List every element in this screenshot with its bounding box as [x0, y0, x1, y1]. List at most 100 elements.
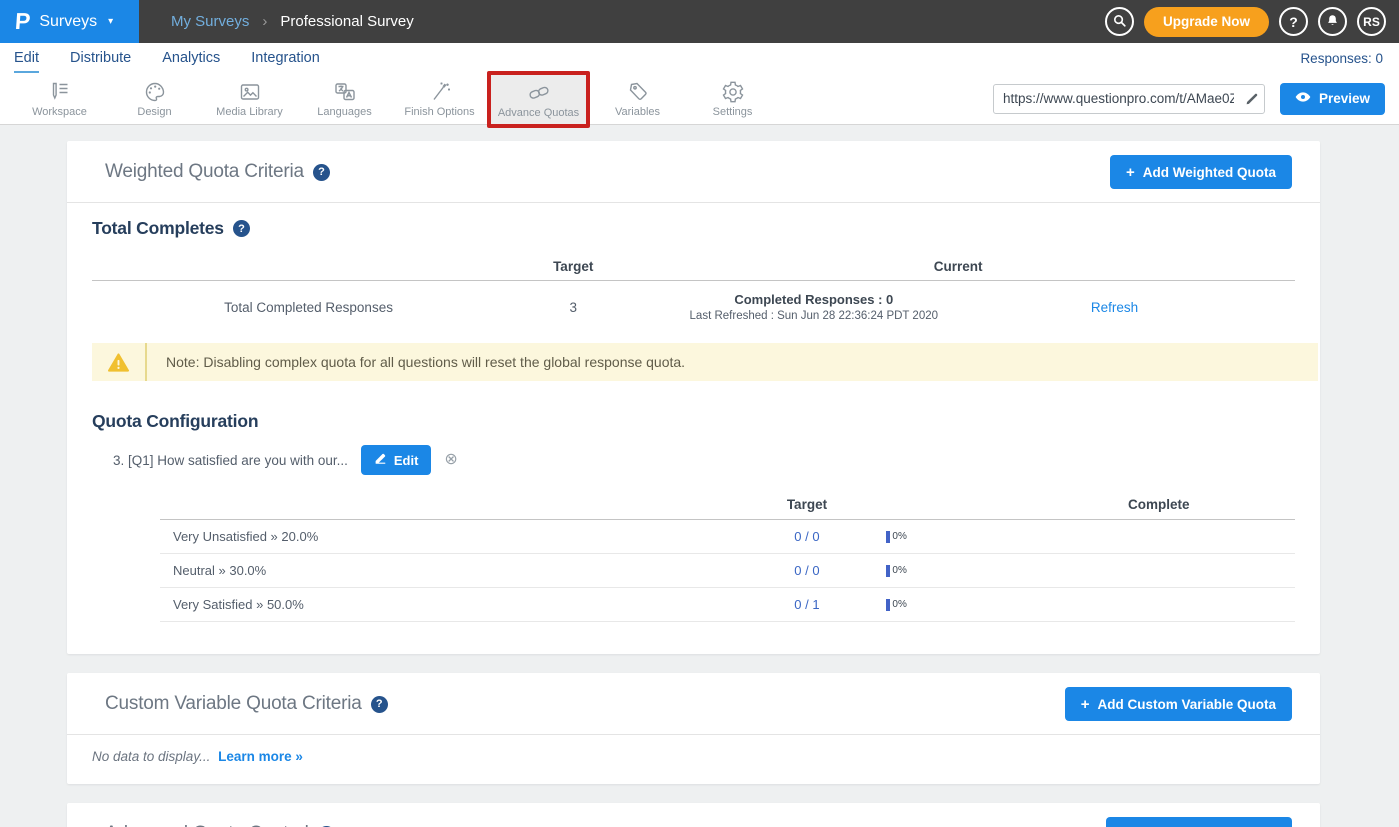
- last-refreshed-timestamp: Last Refreshed : Sun Jun 28 22:36:24 PDT…: [621, 310, 1006, 322]
- avatar[interactable]: RS: [1357, 7, 1386, 36]
- toolbar-item-finish-options[interactable]: Finish Options: [392, 79, 487, 118]
- advanced-quota-header: Advanced Quota Control ? + Add Advanced …: [67, 803, 1320, 827]
- search-button[interactable]: [1105, 7, 1134, 36]
- navbar-actions: Upgrade Now ? RS: [1105, 0, 1399, 43]
- progress-bar: [886, 599, 890, 611]
- product-name: Surveys: [39, 13, 97, 31]
- weighted-quota-card: Weighted Quota Criteria ? + Add Weighted…: [67, 141, 1320, 654]
- edit-url-icon[interactable]: [1240, 92, 1264, 106]
- toolbar-item-design[interactable]: Design: [107, 79, 202, 118]
- survey-url-input[interactable]: [994, 91, 1240, 106]
- help-button[interactable]: ?: [1279, 7, 1308, 36]
- toolbar-item-label: Design: [137, 106, 171, 118]
- toolbar-item-variables[interactable]: Variables: [590, 79, 685, 118]
- bell-icon: [1325, 13, 1340, 31]
- total-completed-responses-label: Total Completed Responses: [92, 300, 525, 315]
- refresh-cell: Refresh: [1006, 300, 1223, 315]
- custom-variable-quota-empty-state: No data to display... Learn more »: [67, 735, 1320, 784]
- toolbar-item-settings[interactable]: Settings: [685, 79, 780, 118]
- breadcrumb-my-surveys[interactable]: My Surveys: [171, 13, 249, 30]
- completed-responses-value: Completed Responses : 0: [621, 292, 1006, 307]
- column-header-complete: Complete: [1023, 497, 1295, 512]
- progress-percent: 0%: [892, 599, 906, 610]
- eye-icon: [1295, 91, 1311, 106]
- advance-quotas-annotation-box: Advance Quotas: [487, 71, 590, 128]
- quota-target-value: 0 / 0: [728, 563, 887, 578]
- learn-more-link[interactable]: Learn more »: [218, 749, 303, 764]
- toolbar-item-languages[interactable]: Languages: [297, 79, 392, 118]
- toolbar-item-label: Variables: [615, 106, 660, 118]
- column-header-target: Target: [728, 497, 887, 512]
- breadcrumb: My Surveys › Professional Survey: [171, 0, 414, 43]
- edit-button-label: Edit: [394, 453, 419, 468]
- toolbar-item-label: Advance Quotas: [498, 107, 579, 119]
- toolbar-item-workspace[interactable]: Workspace: [12, 79, 107, 118]
- survey-url-field: [993, 84, 1265, 114]
- quota-table-header: Target Complete: [160, 490, 1295, 520]
- upgrade-now-button[interactable]: Upgrade Now: [1144, 7, 1269, 37]
- add-advanced-quota-button[interactable]: + Add Advanced Quota: [1106, 817, 1292, 827]
- progress-percent: 0%: [892, 565, 906, 576]
- advanced-quota-title: Advanced Quota Control ?: [105, 823, 335, 827]
- toolbar-item-label: Media Library: [216, 106, 283, 118]
- palette-icon: [143, 79, 167, 104]
- help-icon[interactable]: ?: [233, 220, 250, 237]
- questionpro-logo-icon: P: [14, 10, 31, 33]
- total-completes-title-text: Total Completes: [92, 218, 224, 239]
- quota-note-text: Note: Disabling complex quota for all qu…: [147, 343, 685, 381]
- help-icon[interactable]: ?: [313, 164, 330, 181]
- progress-percent: 0%: [892, 531, 906, 542]
- quota-progress: 0%: [886, 599, 1022, 611]
- plus-icon: +: [1126, 165, 1135, 180]
- progress-bar: [886, 565, 890, 577]
- refresh-link[interactable]: Refresh: [1091, 300, 1138, 315]
- remove-quota-icon[interactable]: ⊗: [444, 452, 457, 468]
- column-header-current: Current: [621, 259, 1295, 274]
- edit-toolbar: Workspace Design Media Library Languages: [0, 73, 1399, 125]
- tabs: Edit Distribute Analytics Integration: [14, 43, 320, 73]
- advanced-quota-card: Advanced Quota Control ? + Add Advanced …: [67, 803, 1320, 827]
- quota-option-label: Very Satisfied » 50.0%: [160, 597, 728, 612]
- notifications-button[interactable]: [1318, 7, 1347, 36]
- edit-quota-button[interactable]: Edit: [361, 445, 432, 475]
- chevron-down-icon: ▾: [108, 16, 113, 27]
- tab-analytics[interactable]: Analytics: [162, 43, 220, 73]
- quota-question-row: 3. [Q1] How satisfied are you with our..…: [113, 445, 1295, 475]
- tab-edit[interactable]: Edit: [14, 43, 39, 73]
- weighted-quota-body: Total Completes ? Target Current Total C…: [67, 203, 1320, 654]
- breadcrumb-separator-icon: ›: [262, 13, 267, 30]
- preview-button[interactable]: Preview: [1280, 83, 1385, 115]
- toolbar-item-advance-quotas[interactable]: Advance Quotas: [491, 80, 586, 119]
- toolbar-item-label: Settings: [713, 106, 753, 118]
- advanced-quota-title-text: Advanced Quota Control: [105, 823, 309, 827]
- help-icon[interactable]: ?: [371, 696, 388, 713]
- add-weighted-quota-button[interactable]: + Add Weighted Quota: [1110, 155, 1292, 189]
- quota-note-banner: Note: Disabling complex quota for all qu…: [92, 343, 1318, 381]
- gear-icon: [721, 79, 745, 104]
- progress-bar: [886, 531, 890, 543]
- question-mark-icon: ?: [1289, 14, 1298, 30]
- quota-row-very-satisfied: Very Satisfied » 50.0% 0 / 1 0%: [160, 588, 1295, 622]
- tab-distribute[interactable]: Distribute: [70, 43, 131, 73]
- translate-icon: [333, 79, 357, 104]
- main-content: Weighted Quota Criteria ? + Add Weighted…: [0, 125, 1399, 827]
- product-switcher[interactable]: P Surveys ▾: [0, 0, 139, 43]
- toolbar-item-label: Workspace: [32, 106, 87, 118]
- wand-icon: [428, 79, 452, 104]
- quota-configuration-table: Target Complete Very Unsatisfied » 20.0%…: [160, 490, 1295, 622]
- image-icon: [238, 79, 262, 104]
- custom-variable-quota-card: Custom Variable Quota Criteria ? + Add C…: [67, 673, 1320, 784]
- toolbar-item-media-library[interactable]: Media Library: [202, 79, 297, 118]
- responses-count: Responses: 0: [1300, 51, 1383, 66]
- custom-variable-quota-title-text: Custom Variable Quota Criteria: [105, 693, 362, 715]
- tag-icon: [626, 79, 650, 104]
- current-status: Completed Responses : 0 Last Refreshed :…: [621, 292, 1006, 322]
- quota-question-label: 3. [Q1] How satisfied are you with our..…: [113, 453, 348, 468]
- quota-target-value: 0 / 1: [728, 597, 887, 612]
- total-completes-title: Total Completes ?: [92, 218, 1295, 239]
- add-custom-variable-quota-label: Add Custom Variable Quota: [1097, 697, 1276, 712]
- add-custom-variable-quota-button[interactable]: + Add Custom Variable Quota: [1065, 687, 1292, 721]
- total-completes-row: Total Completed Responses 3 Completed Re…: [92, 281, 1295, 337]
- quota-row-very-unsatisfied: Very Unsatisfied » 20.0% 0 / 0 0%: [160, 520, 1295, 554]
- tab-integration[interactable]: Integration: [251, 43, 320, 73]
